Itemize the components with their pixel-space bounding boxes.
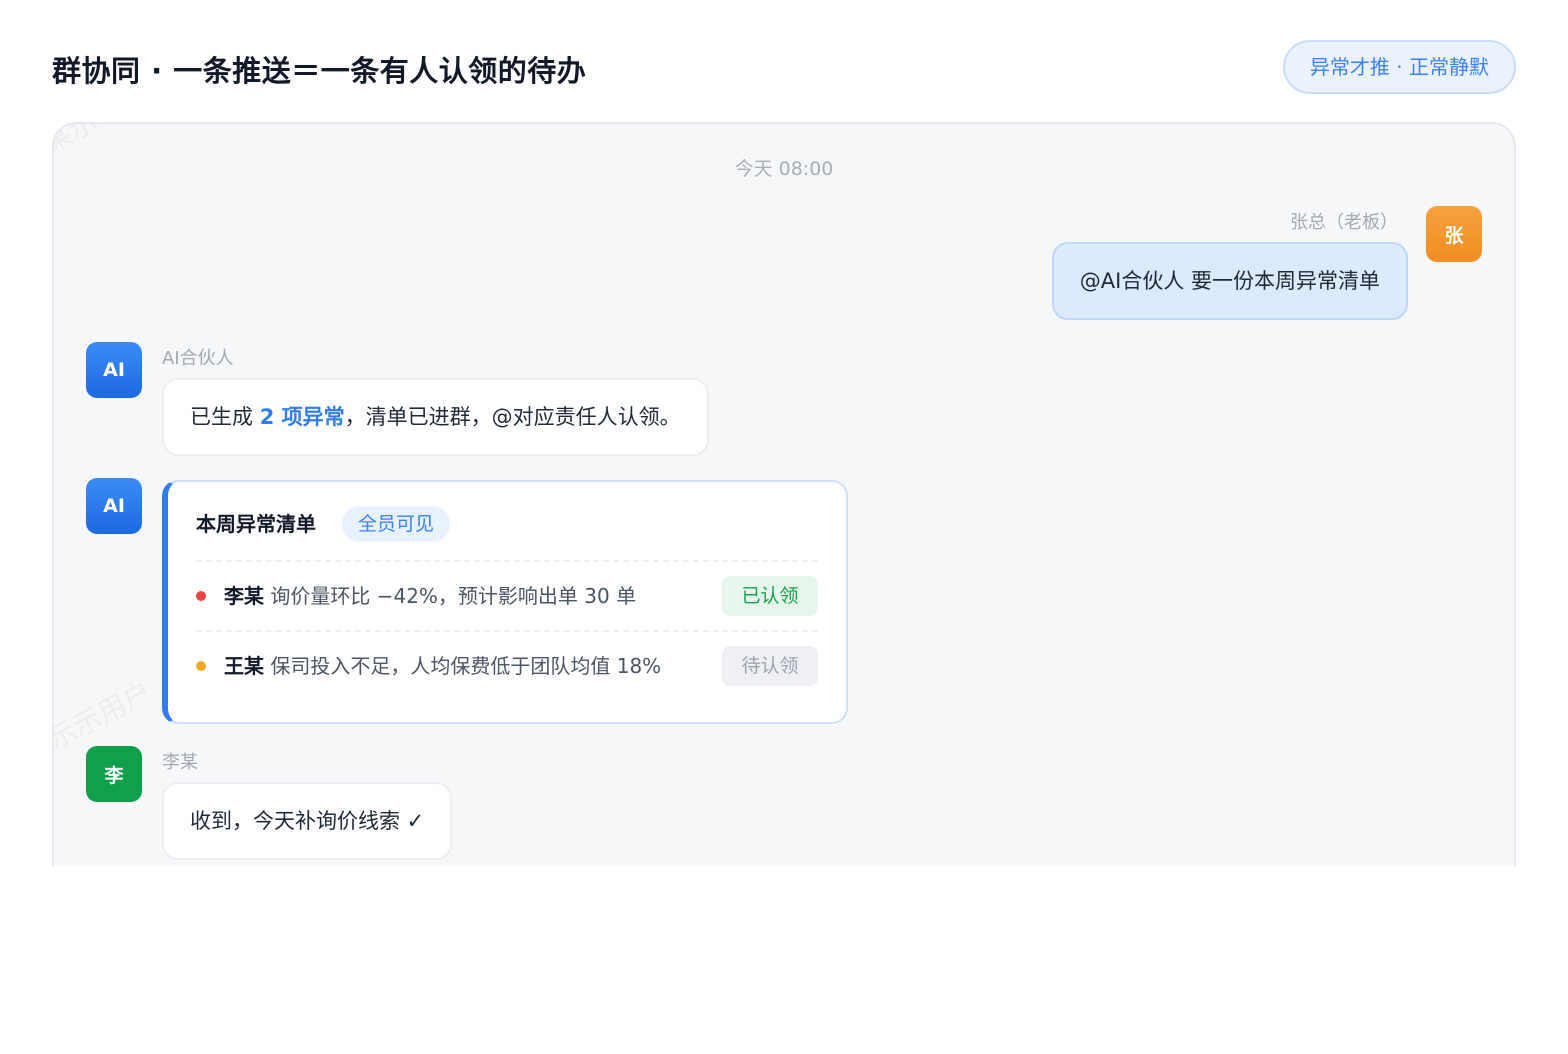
mode-pill[interactable]: 异常才推 · 正常静默	[1282, 40, 1516, 94]
time-divider: 今天 08:00	[734, 158, 834, 180]
orange-dot-icon	[196, 661, 206, 671]
message-bubble-li[interactable]: 收到，今天补询价线索 ✓	[162, 782, 453, 860]
red-dot-icon	[196, 591, 206, 601]
anomaly-owner: 王某	[224, 654, 264, 678]
sender-name-boss: 张总（老板）	[1290, 212, 1398, 233]
chat-panel: 张某某示示用户 张某某示示用户 今天 08:00 张总（老板） 张 @AI合伙人…	[52, 122, 1516, 866]
status-badge-pending[interactable]: 待认领	[722, 646, 818, 686]
message-bubble-ai[interactable]: 已生成 2 项异常，清单已进群，@对应责任人认领。	[162, 378, 709, 456]
avatar-li[interactable]: 李	[86, 746, 142, 802]
anomaly-item[interactable]: 李某 询价量环比 −42%，预计影响出单 30 单 已认领	[196, 576, 818, 616]
divider	[196, 560, 818, 562]
message-text: ，清单已进群，@对应责任人认领。	[344, 405, 681, 429]
anomaly-desc: 询价量环比 −42%，预计影响出单 30 单	[270, 584, 637, 608]
anomaly-text: 王某 保司投入不足，人均保费低于团队均值 18%	[224, 650, 661, 682]
page-header: 群协同 · 一条推送＝一条有人认领的待办 异常才推 · 正常静默	[52, 40, 1516, 96]
divider	[196, 630, 818, 632]
anomaly-desc: 保司投入不足，人均保费低于团队均值 18%	[270, 654, 662, 678]
sender-name-ai: AI合伙人	[162, 348, 234, 369]
status-badge-claimed[interactable]: 已认领	[722, 576, 818, 616]
anomaly-item[interactable]: 王某 保司投入不足，人均保费低于团队均值 18% 待认领	[196, 646, 818, 686]
anomaly-text: 李某 询价量环比 −42%，预计影响出单 30 单	[224, 580, 636, 612]
avatar-boss[interactable]: 张	[1426, 206, 1482, 262]
anomaly-list-card[interactable]: 本周异常清单 全员可见 李某 询价量环比 −42%，预计影响出单 30 单 已认…	[162, 480, 848, 724]
visibility-tag: 全员可见	[342, 506, 451, 542]
anomaly-count-link[interactable]: 2 项异常	[260, 405, 345, 429]
message-text: 已生成	[190, 405, 260, 429]
card-title: 本周异常清单	[196, 512, 316, 536]
anomaly-owner: 李某	[224, 584, 264, 608]
sender-name-li: 李某	[162, 752, 198, 773]
page-title: 群协同 · 一条推送＝一条有人认领的待办	[52, 54, 587, 88]
avatar-ai[interactable]: AI	[86, 478, 142, 534]
message-bubble-boss[interactable]: @AI合伙人 要一份本周异常清单	[1051, 242, 1408, 320]
avatar-ai[interactable]: AI	[86, 342, 142, 398]
